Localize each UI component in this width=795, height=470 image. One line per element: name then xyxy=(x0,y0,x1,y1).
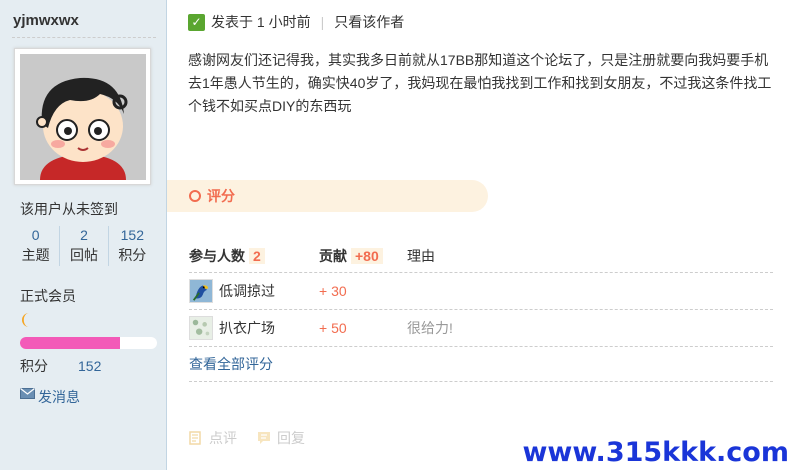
user-stats: 0 主题 2 回帖 152 积分 xyxy=(12,226,156,266)
cartoon-avatar-icon xyxy=(20,54,146,180)
post-main: ✓ 发表于 1 小时前 | 只看该作者 感谢网友们还记得我，其实我多日前就从17… xyxy=(167,0,795,470)
rating-table-header: 参与人数 2 贡献 +80 理由 xyxy=(189,240,773,273)
rating-title: 评分 xyxy=(207,188,235,204)
username-link[interactable]: yjmwxwx xyxy=(13,12,79,29)
online-status-icon: ✓ xyxy=(188,13,205,31)
meta-separator: | xyxy=(320,14,325,30)
view-all-ratings-link[interactable]: 查看全部评分 xyxy=(189,347,773,382)
posted-time: 发表于 1 小时前 xyxy=(211,14,311,30)
stat-replies[interactable]: 2 回帖 xyxy=(59,226,107,266)
post-actions: 点评 回复 xyxy=(189,428,325,448)
stat-value: 0 xyxy=(31,227,40,243)
post-content: 感谢网友们还记得我，其实我多日前就从17BB那知道这个论坛了，只是注册就要向我妈… xyxy=(188,49,795,118)
stat-points[interactable]: 152 积分 xyxy=(107,226,156,266)
divider xyxy=(12,37,156,38)
points-value: 152 xyxy=(78,358,102,374)
comment-label: 点评 xyxy=(209,430,237,446)
points-row: 积分 152 xyxy=(20,356,101,376)
envelope-icon xyxy=(20,387,35,399)
reply-button[interactable]: 回复 xyxy=(257,428,305,448)
reason-header: 理由 xyxy=(407,248,435,264)
parrot-avatar-icon[interactable] xyxy=(189,279,213,303)
sign-status: 该用户从未签到 xyxy=(20,201,118,217)
level-progress-fill xyxy=(20,337,120,349)
points-label: 积分 xyxy=(20,358,48,374)
content-line: 个钱不如买点DIY的东西玩 xyxy=(188,98,352,114)
user-rank[interactable]: 正式会员 xyxy=(20,286,76,306)
user-sidebar: yjmwxwx 该用户从未签到 0 主题 2 回帖 152 积分 正式会员 积分… xyxy=(0,0,167,470)
send-message-label: 发消息 xyxy=(38,389,80,405)
rater-name[interactable]: 扒衣广场 xyxy=(219,318,275,338)
reply-icon xyxy=(258,432,270,444)
rating-table: 参与人数 2 贡献 +80 理由 低调掠过 + 30 扒衣广场 + 50 很给力… xyxy=(189,240,773,382)
content-line: 去1年愚人节生的，确实快40岁了，我妈现在最怕我找到工作和找到女朋友，不过我这条… xyxy=(188,75,772,91)
comment-icon xyxy=(189,431,201,445)
rating-reason: 很给力! xyxy=(407,320,453,336)
pattern-avatar-icon[interactable] xyxy=(189,316,213,340)
participants-header: 参与人数 xyxy=(189,248,245,264)
content-line: 感谢网友们还记得我，其实我多日前就从17BB那知道这个论坛了，只是注册就要向我妈… xyxy=(188,52,769,68)
stat-topics[interactable]: 0 主题 xyxy=(12,226,59,266)
comment-button[interactable]: 点评 xyxy=(189,428,237,448)
rating-row: 扒衣广场 + 50 很给力! xyxy=(189,310,773,347)
stat-label: 积分 xyxy=(118,247,147,263)
stat-value: 2 xyxy=(80,227,88,243)
reply-label: 回复 xyxy=(277,430,305,446)
stat-value: 152 xyxy=(120,227,144,243)
rating-score: + 30 xyxy=(319,283,347,299)
watermark: www.315kkk.com xyxy=(522,437,789,468)
rater-name[interactable]: 低调掠过 xyxy=(219,281,275,301)
rating-row: 低调掠过 + 30 xyxy=(189,273,773,310)
participants-count: 2 xyxy=(249,248,265,264)
rating-circle-icon xyxy=(189,190,201,202)
level-progress-bar xyxy=(20,337,157,349)
stat-label: 主题 xyxy=(21,247,50,263)
moon-level-icon xyxy=(22,313,29,327)
contribution-total: +80 xyxy=(351,248,383,264)
stat-label: 回帖 xyxy=(69,247,98,263)
send-message-link[interactable]: 发消息 xyxy=(20,387,80,407)
contribution-header: 贡献 xyxy=(319,248,347,264)
avatar[interactable] xyxy=(14,48,151,185)
rating-header: 评分 xyxy=(167,180,488,212)
post-meta: ✓ 发表于 1 小时前 | 只看该作者 xyxy=(188,12,404,32)
rating-score: + 50 xyxy=(319,320,347,336)
only-author-link[interactable]: 只看该作者 xyxy=(334,12,404,32)
